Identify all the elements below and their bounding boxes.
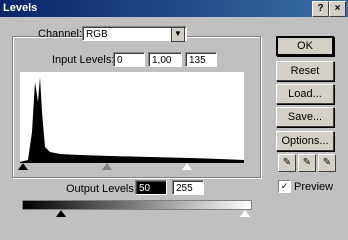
preview-checkbox[interactable]: ✓ — [278, 180, 291, 193]
preview-label: Preview — [294, 181, 334, 193]
output-gradient-bar — [22, 200, 252, 210]
help-button[interactable]: ? — [312, 1, 329, 17]
black-eyedropper-icon[interactable]: ✎ — [278, 154, 296, 172]
options-button[interactable]: Options... — [276, 131, 334, 151]
input-black-slider[interactable] — [18, 163, 28, 170]
reset-button[interactable]: Reset — [276, 61, 334, 81]
output-levels-label: Output Levels: — [66, 183, 137, 195]
input-white-field[interactable]: 135 — [185, 52, 217, 67]
close-button[interactable]: × — [329, 1, 346, 17]
input-black-field[interactable]: 0 — [113, 52, 145, 67]
channel-label: Channel: — [38, 28, 83, 40]
title-bar: Levels ? × — [0, 0, 348, 17]
ok-button[interactable]: OK — [276, 36, 334, 56]
window-title: Levels — [3, 2, 38, 14]
white-eyedropper-icon[interactable]: ✎ — [318, 154, 336, 172]
input-levels-label: Input Levels: — [52, 54, 115, 66]
output-black-slider[interactable] — [56, 210, 66, 217]
gray-eyedropper-icon[interactable]: ✎ — [298, 154, 316, 172]
channel-value: RGB — [86, 29, 108, 40]
input-white-slider[interactable] — [182, 163, 192, 170]
output-black-field[interactable]: 50 — [135, 180, 167, 195]
chevron-down-icon: ▼ — [171, 27, 185, 42]
channel-select[interactable]: RGB ▼ — [82, 26, 187, 42]
input-gamma-slider[interactable] — [102, 163, 112, 170]
input-gamma-field[interactable]: 1,00 — [148, 52, 182, 67]
save-button[interactable]: Save... — [276, 107, 334, 127]
output-white-field[interactable]: 255 — [172, 180, 204, 195]
histogram-graph — [20, 77, 244, 162]
output-white-slider[interactable] — [240, 210, 250, 217]
histogram — [20, 72, 244, 163]
load-button[interactable]: Load... — [276, 84, 334, 104]
